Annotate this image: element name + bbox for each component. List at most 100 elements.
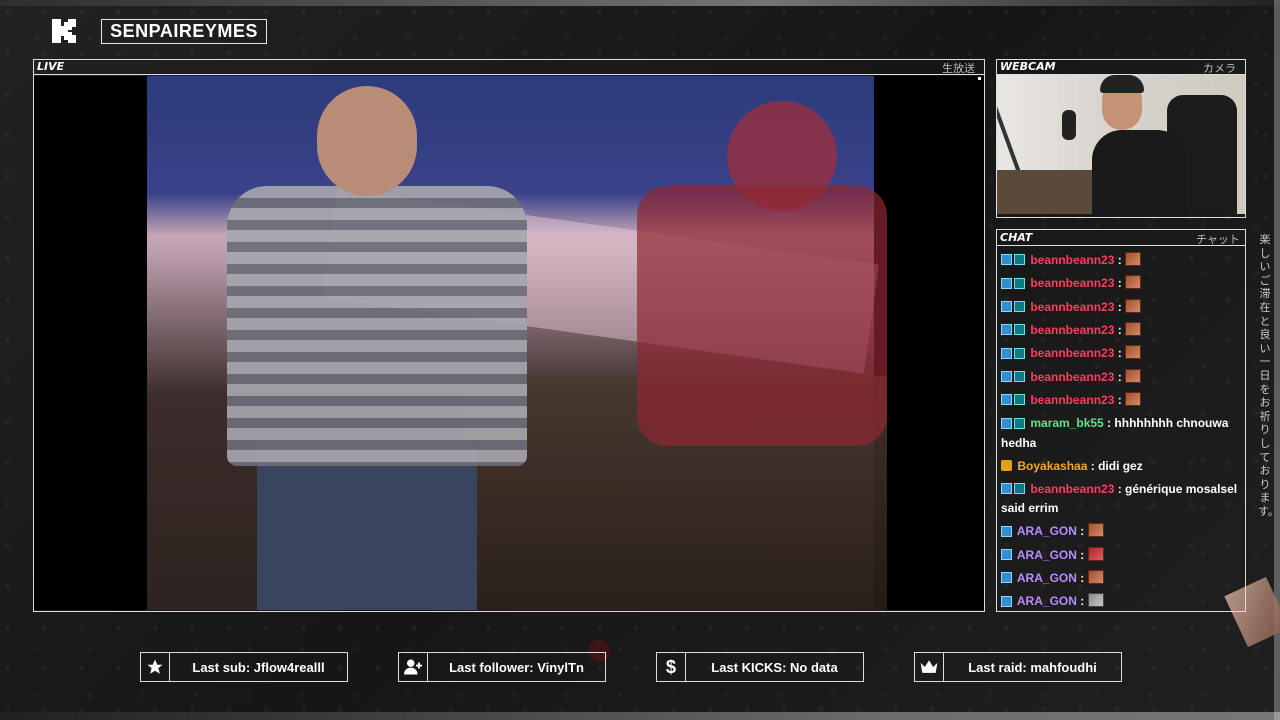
user-badges	[1001, 593, 1014, 607]
chat-emote-icon	[1125, 275, 1142, 290]
prime-badge-icon	[1001, 254, 1012, 266]
chat-separator: :	[1114, 346, 1122, 361]
chat-username[interactable]: Boyakashaa	[1017, 459, 1087, 473]
chat-separator: :	[1114, 253, 1122, 267]
live-video-player[interactable]	[34, 76, 984, 610]
user-badges	[1001, 415, 1027, 434]
user-badges	[1001, 569, 1014, 588]
chat-username[interactable]: beannbeann23	[1030, 253, 1114, 267]
dollar-icon: $	[656, 652, 686, 682]
chat-username[interactable]: beannbeann23	[1030, 323, 1114, 337]
prime-badge-icon	[1001, 417, 1012, 429]
video-scene-person-left-head	[317, 86, 417, 196]
subscriber-badge-icon	[1014, 347, 1025, 359]
user-badges	[1001, 480, 1027, 499]
user-badges	[1001, 523, 1014, 542]
chat-separator: :	[1087, 458, 1095, 473]
chat-username[interactable]: beannbeann23	[1030, 370, 1114, 384]
subscriber-badge-icon	[1014, 370, 1025, 382]
add-user-icon	[398, 652, 428, 682]
user-badges	[1001, 457, 1014, 476]
chat-username[interactable]: beannbeann23	[1030, 276, 1114, 290]
chat-emote-icon	[1125, 345, 1142, 360]
chat-emote-icon	[1125, 298, 1142, 313]
torn-paper-top	[0, 0, 1280, 6]
last-sub-text: Last sub: Jflow4realll	[170, 652, 348, 682]
torn-paper-bottom	[0, 712, 1280, 720]
chat-emote-icon	[1125, 368, 1142, 383]
user-badges	[1001, 345, 1027, 364]
chat-message: beannbeann23 :	[997, 272, 1245, 295]
chat-username[interactable]: beannbeann23	[1030, 393, 1114, 407]
video-scene-person-left-legs	[257, 446, 477, 610]
chat-message: Boyakashaa : didi gez	[997, 455, 1245, 478]
star-icon	[140, 652, 170, 682]
chat-message-list[interactable]: beannbeann23 : beannbeann23 : beannbeann…	[997, 249, 1245, 607]
chat-separator: :	[1114, 481, 1122, 496]
chat-message: ARA_GON :	[997, 567, 1245, 590]
chat-separator: :	[1076, 594, 1085, 607]
chat-username[interactable]: ARA_GON	[1017, 524, 1077, 538]
webcam-scene-mic	[1062, 110, 1076, 140]
chat-separator: :	[1114, 299, 1122, 314]
prime-badge-icon	[1001, 324, 1012, 336]
chat-frame-bottom	[996, 611, 1246, 612]
chat-message: ARA_GON :	[997, 544, 1245, 567]
prime-badge-icon	[1001, 548, 1012, 560]
chat-emote-icon	[1087, 569, 1104, 584]
webcam-frame-right	[1245, 59, 1246, 218]
live-frame-right	[984, 59, 985, 612]
chat-emote-icon	[1087, 593, 1104, 607]
webcam-scene-streamer	[1092, 130, 1187, 214]
chat-message: beannbeann23 :	[997, 366, 1245, 389]
chat-message: beannbeann23 :	[997, 249, 1245, 272]
subscriber-badge-icon	[1014, 277, 1025, 289]
last-raid-text: Last raid: mahfoudhi	[944, 652, 1122, 682]
prime-badge-icon	[1001, 347, 1012, 359]
prime-badge-icon	[1001, 370, 1012, 382]
svg-text:$: $	[666, 657, 676, 677]
chat-username[interactable]: beannbeann23	[1030, 482, 1114, 496]
chat-username[interactable]: beannbeann23	[1030, 300, 1114, 314]
subscriber-badge-icon	[1014, 324, 1025, 336]
user-badges	[1001, 321, 1027, 340]
channel-name: SENPAIREYMES	[101, 19, 267, 44]
video-scene-person-left	[227, 186, 527, 466]
kick-logo-icon	[52, 19, 76, 43]
user-badges	[1001, 298, 1027, 317]
chat-emote-icon	[1125, 252, 1142, 266]
prime-badge-icon	[1001, 483, 1012, 495]
side-japanese-text: 楽しいご滞在と良い一日をお祈りしております。	[1258, 234, 1279, 518]
prime-badge-icon	[1001, 394, 1012, 406]
prime-badge-icon	[1001, 300, 1012, 312]
video-frame	[147, 76, 887, 610]
webcam-frame-bottom	[996, 217, 1246, 218]
chat-username[interactable]: ARA_GON	[1017, 548, 1077, 562]
chat-username[interactable]: ARA_GON	[1017, 594, 1077, 607]
chat-username[interactable]: beannbeann23	[1030, 346, 1114, 360]
chat-message: ARA_GON :	[997, 520, 1245, 543]
user-badges	[1001, 251, 1027, 270]
chat-separator: :	[1114, 322, 1122, 337]
chat-message: ARA_GON :	[997, 590, 1245, 607]
chat-username[interactable]: ARA_GON	[1017, 571, 1077, 585]
user-badges	[1001, 391, 1027, 410]
chat-message: beannbeann23 :	[997, 319, 1245, 342]
chat-label: CHAT	[1000, 231, 1033, 244]
chat-frame-right	[1245, 229, 1246, 612]
last-raid-widget: Last raid: mahfoudhi	[914, 651, 1122, 683]
chat-separator: :	[1076, 547, 1085, 562]
chat-frame-top	[996, 229, 1246, 230]
last-follower-widget: Last follower: VinylTn	[398, 651, 606, 683]
last-kicks-widget: $ Last KICKS: No data	[656, 651, 864, 683]
live-frame-header-line	[33, 74, 985, 75]
user-badges	[1001, 546, 1014, 565]
chat-message: beannbeann23 :	[997, 389, 1245, 412]
chat-separator: :	[1114, 276, 1122, 291]
chat-separator: :	[1076, 524, 1085, 539]
chat-separator: :	[1076, 570, 1085, 585]
chat-username[interactable]: maram_bk55	[1030, 416, 1103, 430]
prime-badge-icon	[1001, 572, 1012, 584]
last-follower-text: Last follower: VinylTn	[428, 652, 606, 682]
live-label: LIVE	[37, 60, 65, 73]
